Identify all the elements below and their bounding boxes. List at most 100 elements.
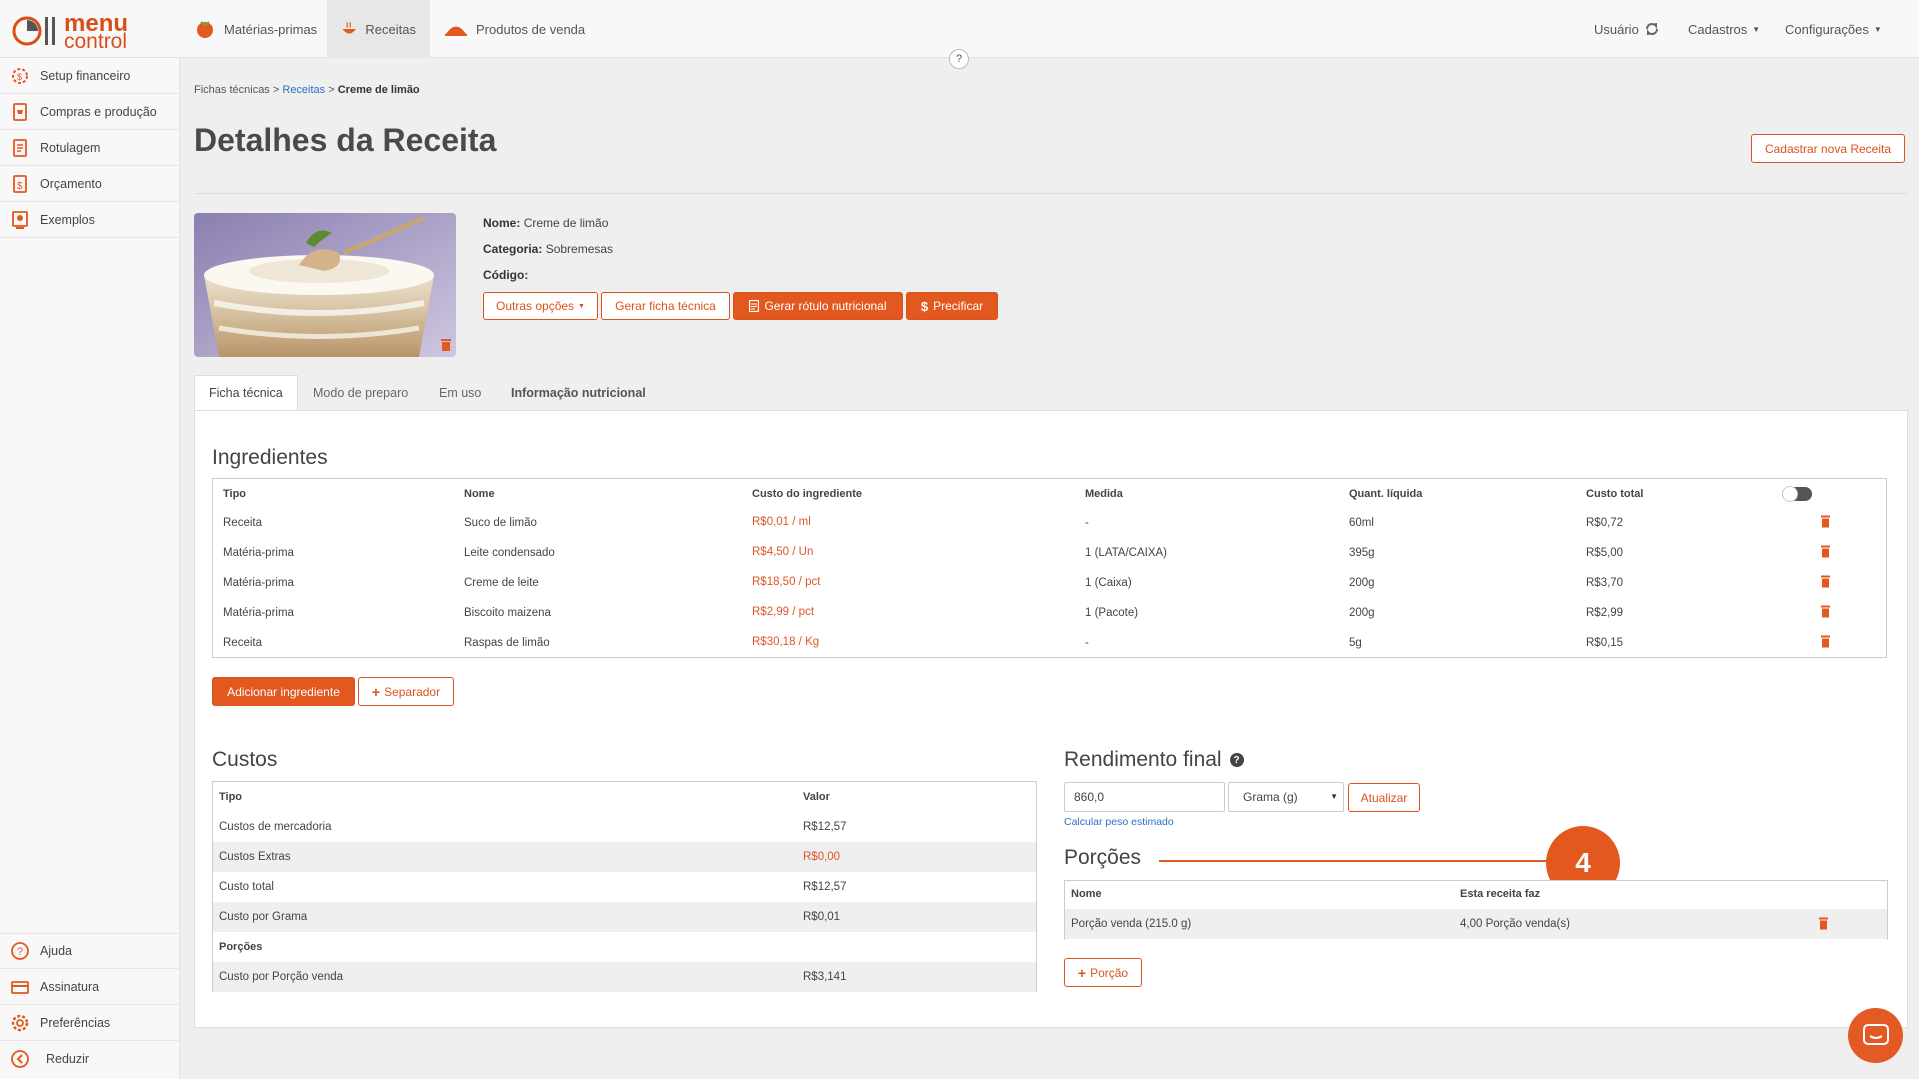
table-row: Custos Extras R$0,00 [213, 842, 1036, 872]
add-ingredient-button[interactable]: Adicionar ingrediente [212, 677, 355, 706]
tab-em-uso[interactable]: Em uso [425, 375, 495, 411]
other-options-button[interactable]: Outras opções ▼ [483, 292, 598, 320]
porcoes-subheader: Porções [219, 941, 263, 953]
cell-tipo: Custo total [219, 881, 274, 893]
breadcrumb: Fichas técnicas > Receitas > Creme de li… [194, 84, 420, 96]
tab-ficha-tecnica[interactable]: Ficha técnica [194, 375, 298, 411]
tab-label: Modo de preparo [313, 386, 409, 400]
svg-text:$: $ [17, 72, 22, 82]
gear-dollar-icon: $ [10, 66, 30, 86]
cell-medida: 1 (LATA/CAIXA) [1085, 547, 1168, 559]
cell-faz: 4,00 Porção venda(s) [1460, 918, 1570, 930]
calc-weight-link[interactable]: Calcular peso estimado [1064, 816, 1174, 828]
cell-valor: R$3,141 [803, 971, 847, 983]
cell-nome: Creme de leite [464, 577, 539, 589]
nav-cadastros[interactable]: Cadastros ▼ [1688, 0, 1760, 58]
generate-sheet-button[interactable]: Gerar ficha técnica [601, 292, 730, 320]
nav-receitas[interactable]: Receitas [327, 0, 430, 58]
cloche-icon [445, 26, 467, 36]
cell-valor: R$12,57 [803, 821, 847, 833]
cell-nome: Biscoito maizena [464, 607, 551, 619]
chat-icon [1862, 1023, 1889, 1045]
add-portion-button[interactable]: + Porção [1064, 958, 1142, 987]
nav-usuario-label: Usuário [1594, 21, 1639, 37]
trash-icon[interactable] [440, 338, 452, 355]
nav-configuracoes[interactable]: Configurações ▼ [1785, 0, 1882, 58]
nav-materias-primas[interactable]: Matérias-primas [180, 0, 331, 58]
sidebar-item-label: Assinatura [40, 979, 100, 994]
cell-quant: 200g [1349, 577, 1375, 589]
chat-launcher[interactable] [1848, 1008, 1903, 1063]
nav-usuario[interactable]: Usuário [1594, 0, 1659, 58]
trash-icon[interactable] [1820, 575, 1831, 588]
sidebar-item-setup-financeiro[interactable]: $ Setup financeiro [0, 58, 180, 94]
generate-label-button[interactable]: Gerar rótulo nutricional [733, 292, 903, 320]
logo[interactable]: menu control [12, 10, 142, 53]
sidebar-item-label: Ajuda [40, 944, 72, 958]
recipe-category: Categoria: Sobremesas [483, 242, 613, 256]
yield-input-value: 860,0 [1074, 790, 1105, 804]
breadcrumb-receitas[interactable]: Receitas [282, 84, 325, 96]
trash-icon[interactable] [1820, 635, 1831, 648]
trash-icon[interactable] [1820, 545, 1831, 558]
trash-icon[interactable] [1820, 605, 1831, 618]
new-recipe-label: Cadastrar nova Receita [1764, 141, 1892, 156]
table-row: Custos de mercadoria R$12,57 [213, 812, 1036, 842]
cell-custo: R$2,99 / pct [752, 606, 815, 618]
trash-icon[interactable] [1818, 917, 1829, 930]
examples-icon [10, 210, 30, 230]
sidebar-item-label: Orçamento [40, 176, 102, 191]
sidebar-item-orcamento[interactable]: $ Orçamento [0, 166, 180, 202]
tomato-icon [197, 21, 213, 38]
help-button[interactable]: ? [949, 49, 969, 69]
unit-select-value: Grama (g) [1243, 790, 1298, 804]
nav-cadastros-label: Cadastros [1688, 21, 1748, 37]
nav-produtos-venda[interactable]: Produtos de venda [430, 0, 599, 58]
sidebar-item-label: Reduzir [46, 1052, 90, 1066]
cell-total: R$0,72 [1586, 517, 1624, 529]
add-separator-button[interactable]: + Separador [358, 677, 454, 706]
update-button[interactable]: Atualizar [1348, 783, 1420, 812]
sidebar: $ Setup financeiro Compras e produção Ro… [0, 58, 180, 1079]
sidebar-item-preferencias[interactable]: Preferências [0, 1005, 180, 1041]
pricing-button[interactable]: $ Precificar [906, 292, 998, 320]
cell-total: R$0,15 [1586, 637, 1624, 649]
yield-input[interactable]: 860,0 [1064, 782, 1225, 812]
tab-informacao-nutricional[interactable]: Informação nutricional [497, 375, 660, 411]
recipe-category-label: Categoria: [483, 242, 543, 256]
sidebar-item-label: Setup financeiro [40, 68, 131, 83]
cell-nome: Leite condensado [464, 547, 555, 559]
breadcrumb-root[interactable]: Fichas técnicas [194, 84, 270, 96]
sidebar-item-compras-producao[interactable]: Compras e produção [0, 94, 180, 130]
sidebar-item-label: Compras e produção [40, 104, 157, 119]
breadcrumb-current: Creme de limão [337, 84, 420, 96]
cell-valor: R$0,01 [803, 911, 841, 923]
new-recipe-button[interactable]: Cadastrar nova Receita [1751, 134, 1905, 163]
annotation-line [1159, 860, 1549, 862]
tab-modo-preparo[interactable]: Modo de preparo [299, 375, 422, 411]
sidebar-item-rotulagem[interactable]: Rotulagem [0, 130, 180, 166]
costs-title: Custos [212, 748, 278, 771]
sidebar-item-exemplos[interactable]: Exemplos [0, 202, 180, 238]
sidebar-item-ajuda[interactable]: ? Ajuda [0, 933, 180, 969]
cell-quant: 5g [1349, 637, 1362, 649]
document-icon [749, 300, 760, 312]
cell-quant: 60ml [1349, 517, 1374, 529]
tab-label: Informação nutricional [511, 386, 646, 400]
sidebar-item-assinatura[interactable]: Assinatura [0, 969, 180, 1005]
cell-tipo: Custos de mercadoria [219, 821, 332, 833]
toggle-switch[interactable] [1782, 486, 1812, 502]
unit-select[interactable]: Grama (g) ▼ [1228, 782, 1344, 812]
svg-text:$: $ [17, 181, 23, 192]
nav-label: Receitas [365, 21, 416, 37]
add-portion-label: Porção [1090, 965, 1129, 980]
cell-valor[interactable]: R$0,00 [803, 851, 840, 863]
logo-icon [12, 16, 55, 46]
table-row: Porções [213, 932, 1036, 962]
cell-quant: 200g [1349, 607, 1375, 619]
sidebar-item-label: Preferências [40, 1015, 111, 1030]
trash-icon[interactable] [1820, 515, 1831, 528]
sidebar-item-reduzir[interactable]: Reduzir [0, 1041, 180, 1077]
question-circle-icon[interactable]: ? [1229, 753, 1244, 767]
cell-custo: R$4,50 / Un [752, 546, 814, 558]
